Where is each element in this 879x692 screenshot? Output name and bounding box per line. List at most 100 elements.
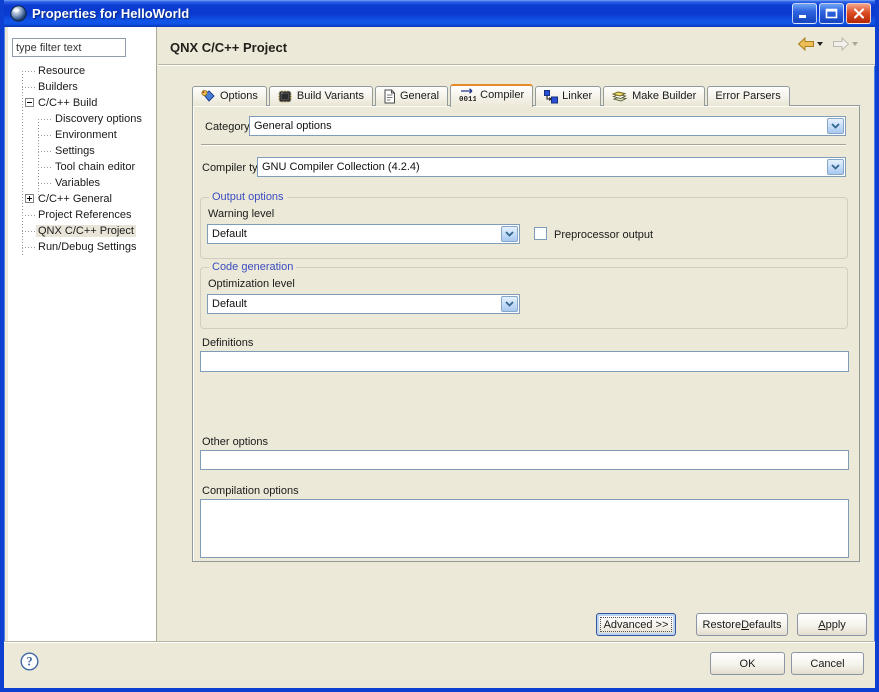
optimization-level-select[interactable]: Default [207,294,520,314]
help-glyph: ? [26,655,32,669]
compilation-options-textarea[interactable] [200,499,849,558]
back-button[interactable] [794,35,826,53]
page-header: QNX C/C++ Project [158,27,875,64]
cancel-button[interactable]: Cancel [791,652,864,675]
warning-level-label: Warning level [208,208,274,220]
tree-item-label: Builders [36,81,80,93]
tab-error-parsers[interactable]: Error Parsers [707,86,789,106]
tree-leader [38,151,52,152]
linker-icon [543,89,558,104]
category-separator [201,144,846,146]
tree-leader [22,71,35,72]
other-options-label: Other options [202,436,268,448]
tree-item-discovery-options[interactable]: Discovery options [8,111,156,127]
output-options-title: Output options [209,191,287,203]
optimization-level-label: Optimization level [208,278,295,290]
tree-leader [38,135,52,136]
tree-item-environment[interactable]: Environment [8,127,156,143]
forward-button[interactable] [829,35,861,53]
chevron-down-icon[interactable] [501,226,518,242]
ok-button[interactable]: OK [710,652,785,675]
tree-item-label: C/C++ Build [36,97,99,109]
maximize-icon [825,8,838,19]
tree-item-settings[interactable]: Settings [8,143,156,159]
tree-item-label: Variables [53,177,102,189]
title-bar[interactable]: Properties for HelloWorld [4,0,875,27]
filter-input[interactable] [12,38,126,57]
binary-0011-icon: 0011 [458,88,476,103]
tree-item-qnx-ccpp-project[interactable]: QNX C/C++ Project [8,223,156,239]
apply-button[interactable]: Apply [797,613,867,636]
tab-label: Make Builder [632,90,696,102]
tree-leader [38,183,52,184]
tree-item-label: C/C++ General [36,193,114,205]
definitions-input[interactable] [200,351,849,372]
compiler-type-select[interactable]: GNU Compiler Collection (4.2.4) [257,157,846,177]
other-options-input[interactable] [200,450,849,470]
code-generation-group: Code generation Optimization level Defau… [200,267,848,329]
tab-compiler[interactable]: 0011 Compiler [450,84,533,107]
definitions-label: Definitions [202,337,253,349]
tree-item-label: Discovery options [53,113,144,125]
expand-icon[interactable] [25,194,34,203]
compilation-options-label: Compilation options [202,485,299,497]
tree-leader [38,119,52,120]
warning-level-value: Default [212,228,497,240]
minimize-button[interactable] [792,3,817,24]
footer-bar: ? OK Cancel [4,643,875,688]
category-value: General options [254,120,823,132]
chevron-down-icon[interactable] [827,159,844,175]
window-title: Properties for HelloWorld [32,6,792,21]
tree-item-tool-chain-editor[interactable]: Tool chain editor [8,159,156,175]
collapse-icon[interactable] [25,98,34,107]
tree-item-label: Settings [53,145,97,157]
window-icon [10,5,27,22]
tab-linker[interactable]: Linker [535,86,601,106]
tree-item-project-references[interactable]: Project References [8,207,156,223]
binary-digits: 0011 [459,96,476,103]
tree-item-label: Tool chain editor [53,161,137,173]
tree-item-resource[interactable]: Resource [8,63,156,79]
tree-item-variables[interactable]: Variables [8,175,156,191]
advanced-button[interactable]: Advanced >> [596,613,676,636]
code-generation-title: Code generation [209,261,296,273]
compiler-type-value: GNU Compiler Collection (4.2.4) [262,161,823,173]
page-title: QNX C/C++ Project [170,40,287,55]
tree-item-label: Run/Debug Settings [36,241,138,253]
layers-icon [611,89,628,104]
close-button[interactable] [846,3,871,24]
restore-defaults-button[interactable]: Restore Defaults [696,613,788,636]
tree-item-run-debug-settings[interactable]: Run/Debug Settings [8,239,156,255]
tree-leader [22,87,35,88]
tab-build-variants[interactable]: Build Variants [269,86,373,106]
preprocessor-output-label: Preprocessor output [554,229,653,241]
tree-item-builders[interactable]: Builders [8,79,156,95]
category-select[interactable]: General options [249,116,846,136]
help-button[interactable]: ? [20,652,39,671]
warning-level-select[interactable]: Default [207,224,520,244]
maximize-button[interactable] [819,3,844,24]
forward-arrow-icon [832,37,850,51]
tree-item-ccpp-general[interactable]: C/C++ General [8,191,156,207]
tab-bar: Options Build Variants General [192,83,792,106]
chevron-down-icon[interactable] [501,296,518,312]
back-dropdown-caret[interactable] [817,42,823,46]
chevron-down-icon[interactable] [827,118,844,134]
tab-label: General [400,90,439,102]
properties-tree: Resource Builders C/C++ Build Discovery … [8,63,156,255]
document-icon [383,89,396,104]
tab-make-builder[interactable]: Make Builder [603,86,705,106]
options-icon [200,89,216,104]
tree-leader [38,167,52,168]
forward-dropdown-caret[interactable] [852,42,858,46]
tree-item-ccpp-build[interactable]: C/C++ Build [8,95,156,111]
tab-options[interactable]: Options [192,86,267,106]
tree-item-label: Project References [36,209,134,221]
tab-label: Compiler [480,89,524,101]
tree-leader [22,215,35,216]
tab-general[interactable]: General [375,86,448,106]
preprocessor-output-checkbox[interactable] [534,227,547,240]
minimize-icon [798,8,811,19]
tree-item-label: Environment [53,129,119,141]
navigation-panel: Resource Builders C/C++ Build Discovery … [8,27,157,641]
